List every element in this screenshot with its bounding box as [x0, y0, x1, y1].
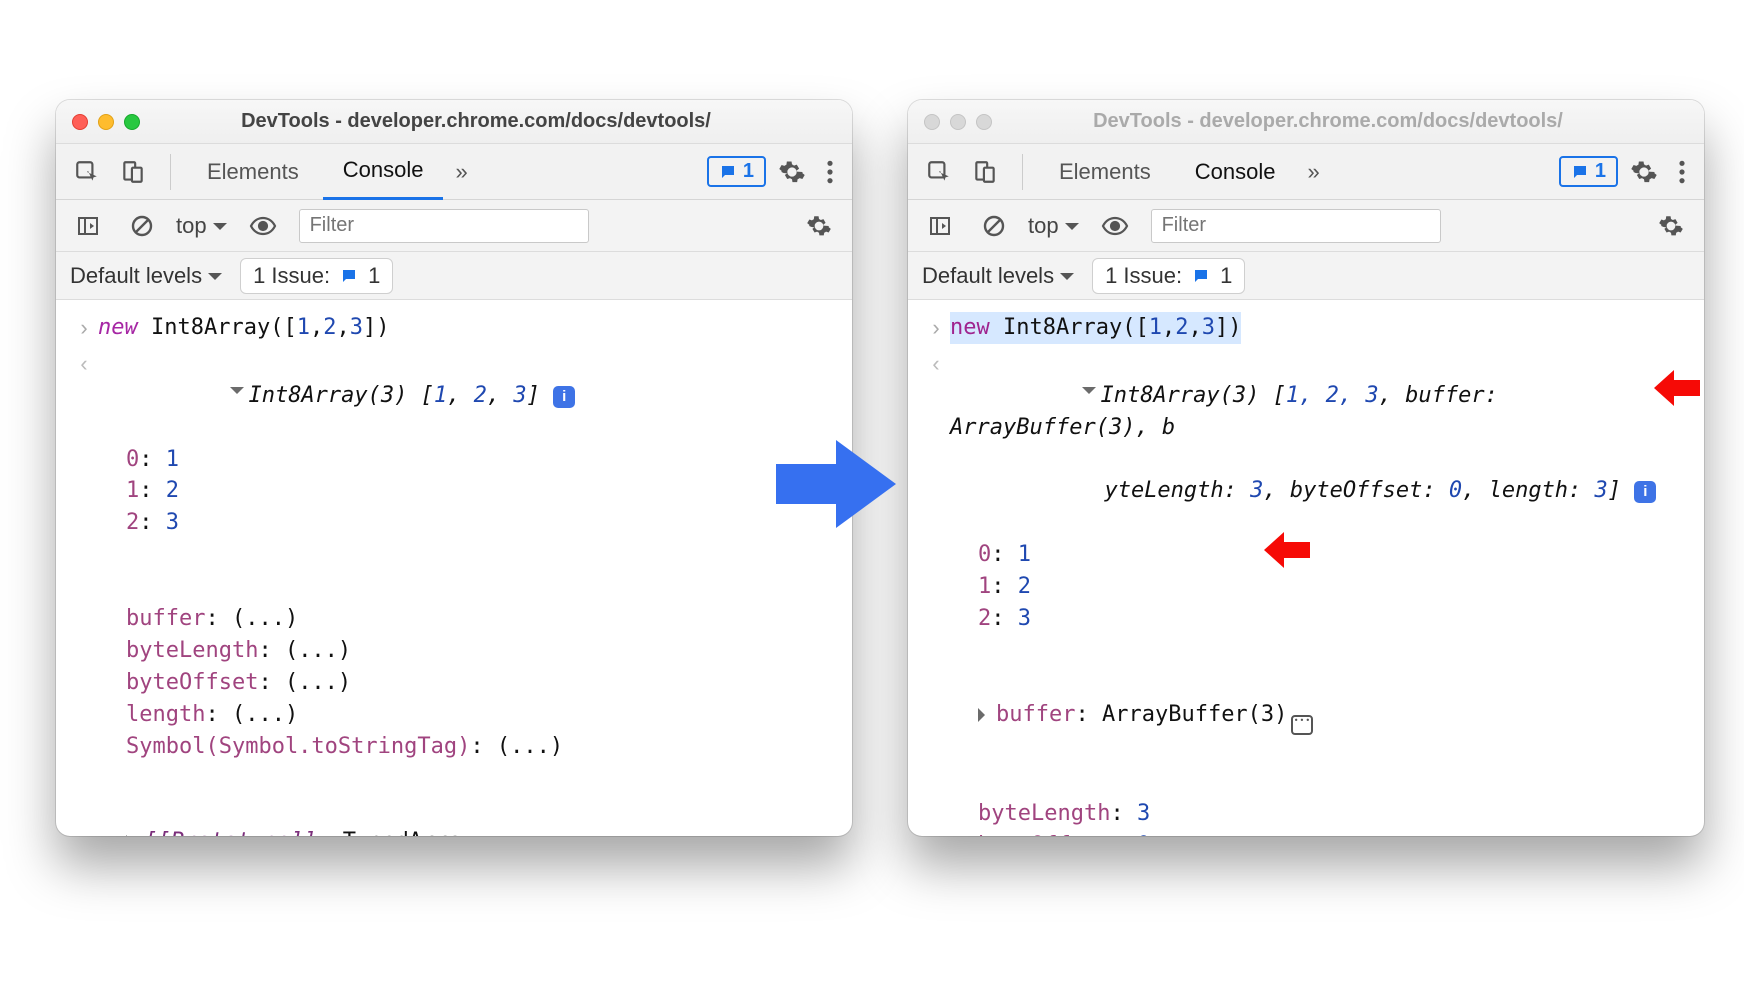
filter-input[interactable] — [299, 209, 589, 243]
settings-gear-icon[interactable] — [1622, 152, 1666, 192]
highlight-arrow-icon — [1654, 370, 1700, 406]
console-toolbar-2: Default levels 1 Issue: 1 — [56, 252, 852, 300]
input-chevron-icon: › — [70, 312, 98, 344]
zoom-icon[interactable] — [976, 114, 992, 130]
issues-pill[interactable]: 1 Issue: 1 — [1092, 258, 1245, 294]
close-icon[interactable] — [72, 114, 88, 130]
prototype-row[interactable]: [[Prototype]]: TypedArray — [98, 826, 575, 836]
buffer-row[interactable]: buffer: ArrayBuffer(3) — [950, 699, 1690, 735]
live-expression-icon[interactable] — [1093, 209, 1137, 243]
console-output[interactable]: › new Int8Array([1,2,3]) › Int8Array(3) … — [908, 300, 1704, 836]
device-toggle-icon[interactable] — [964, 153, 1006, 191]
console-sidebar-toggle-icon[interactable] — [920, 208, 960, 244]
log-levels-selector[interactable]: Default levels — [70, 263, 222, 289]
inspect-icon[interactable] — [918, 153, 960, 191]
console-settings-gear-icon[interactable] — [1650, 207, 1692, 245]
settings-gear-icon[interactable] — [770, 152, 814, 192]
console-toolbar: top — [908, 200, 1704, 252]
object-lazy-prop[interactable]: byteLength: (...) — [126, 635, 575, 667]
memory-inspector-icon[interactable] — [1291, 715, 1313, 735]
kebab-menu-icon[interactable] — [818, 153, 842, 191]
object-index-entry[interactable]: 0: 1 — [978, 539, 1690, 571]
issues-count: 1 — [1595, 160, 1606, 183]
kebab-menu-icon[interactable] — [1670, 153, 1694, 191]
context-selector[interactable]: top — [176, 213, 227, 239]
filter-input[interactable] — [1151, 209, 1441, 243]
issues-pill-count: 1 — [368, 263, 380, 289]
disclosure-triangle-icon[interactable] — [978, 708, 992, 722]
issues-pill[interactable]: 1 Issue: 1 — [240, 258, 393, 294]
log-levels-selector[interactable]: Default levels — [922, 263, 1074, 289]
context-selector[interactable]: top — [1028, 213, 1079, 239]
issues-count: 1 — [743, 160, 754, 183]
console-input-line: new Int8Array([1,2,3]) — [98, 312, 389, 344]
issues-badge[interactable]: 1 — [1559, 156, 1618, 187]
traffic-lights[interactable] — [72, 114, 140, 130]
disclosure-triangle-icon[interactable] — [1082, 387, 1096, 401]
input-chevron-icon: › — [922, 312, 950, 344]
object-index-entry[interactable]: 1: 2 — [978, 571, 1690, 603]
output-chevron-icon: › — [70, 348, 98, 380]
object-lazy-prop[interactable]: Symbol(Symbol.toStringTag): (...) — [126, 731, 575, 763]
inspect-icon[interactable] — [66, 153, 108, 191]
titlebar[interactable]: DevTools - developer.chrome.com/docs/dev… — [56, 100, 852, 144]
object-lazy-prop[interactable]: buffer: (...) — [126, 603, 575, 635]
console-toolbar-2: Default levels 1 Issue: 1 — [908, 252, 1704, 300]
minimize-icon[interactable] — [950, 114, 966, 130]
info-badge-icon[interactable]: i — [1634, 481, 1656, 503]
minimize-icon[interactable] — [98, 114, 114, 130]
console-output[interactable]: › new Int8Array([1,2,3]) › Int8Array(3) … — [56, 300, 852, 836]
output-chevron-icon: › — [922, 348, 950, 380]
object-index-entry[interactable]: 1: 2 — [126, 475, 575, 507]
tabs-overflow-icon[interactable]: » — [1299, 145, 1327, 199]
object-resolved-prop[interactable]: byteOffset: 0 — [978, 830, 1690, 836]
clear-console-icon[interactable] — [974, 208, 1014, 244]
clear-console-icon[interactable] — [122, 208, 162, 244]
transition-arrow-icon — [776, 436, 896, 532]
highlight-arrow-icon — [1264, 532, 1310, 568]
titlebar[interactable]: DevTools - developer.chrome.com/docs/dev… — [908, 100, 1704, 144]
device-toggle-icon[interactable] — [112, 153, 154, 191]
tab-elements[interactable]: Elements — [1039, 145, 1171, 199]
object-index-entry[interactable]: 2: 3 — [978, 603, 1690, 635]
main-tabbar: Elements Console » 1 — [56, 144, 852, 200]
issues-pill-label: 1 Issue: — [253, 263, 330, 289]
object-resolved-prop[interactable]: byteLength: 3 — [978, 798, 1690, 830]
devtools-window-after: DevTools - developer.chrome.com/docs/dev… — [908, 100, 1704, 836]
tab-console[interactable]: Console — [323, 143, 444, 200]
info-badge-icon[interactable]: i — [553, 386, 575, 408]
zoom-icon[interactable] — [124, 114, 140, 130]
object-lazy-prop[interactable]: length: (...) — [126, 699, 575, 731]
object-index-entry[interactable]: 2: 3 — [126, 507, 575, 539]
window-title: DevTools - developer.chrome.com/docs/dev… — [176, 110, 836, 133]
console-input-line: new Int8Array([1,2,3]) — [950, 312, 1241, 344]
close-icon[interactable] — [924, 114, 940, 130]
disclosure-triangle-icon[interactable] — [126, 835, 140, 836]
console-sidebar-toggle-icon[interactable] — [68, 208, 108, 244]
tabs-overflow-icon[interactable]: » — [447, 145, 475, 199]
object-summary[interactable]: Int8Array(3) [1, 2, 3] i 0: 11: 22: 3 bu… — [98, 348, 575, 836]
traffic-lights[interactable] — [924, 114, 992, 130]
tab-elements[interactable]: Elements — [187, 145, 319, 199]
main-tabbar: Elements Console » 1 — [908, 144, 1704, 200]
tab-console[interactable]: Console — [1175, 145, 1296, 199]
disclosure-triangle-icon[interactable] — [230, 387, 244, 401]
window-title: DevTools - developer.chrome.com/docs/dev… — [1028, 110, 1688, 133]
object-index-entry[interactable]: 0: 1 — [126, 444, 575, 476]
object-lazy-prop[interactable]: byteOffset: (...) — [126, 667, 575, 699]
console-settings-gear-icon[interactable] — [798, 207, 840, 245]
devtools-window-before: DevTools - developer.chrome.com/docs/dev… — [56, 100, 852, 836]
console-toolbar: top — [56, 200, 852, 252]
issues-badge[interactable]: 1 — [707, 156, 766, 187]
live-expression-icon[interactable] — [241, 209, 285, 243]
object-summary[interactable]: Int8Array(3) [1, 2, 3, buffer: ArrayBuff… — [950, 348, 1690, 836]
